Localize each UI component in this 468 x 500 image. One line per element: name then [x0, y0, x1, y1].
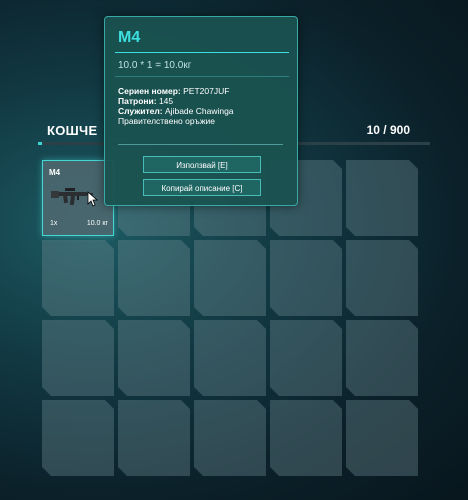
- ammo-row: Патрони: 145: [118, 96, 174, 106]
- inventory-slot-empty[interactable]: [118, 400, 190, 476]
- inventory-slot-empty[interactable]: [118, 240, 190, 316]
- tooltip-divider: [118, 144, 283, 145]
- inventory-slot-empty[interactable]: [346, 320, 418, 396]
- inventory-slot-empty[interactable]: [270, 320, 342, 396]
- use-button[interactable]: Използвай [E]: [143, 156, 261, 173]
- tooltip-title: M4: [118, 29, 141, 46]
- inventory-slot-empty[interactable]: [194, 240, 266, 316]
- inventory-slot-empty[interactable]: [42, 320, 114, 396]
- inventory-slot-empty[interactable]: [346, 400, 418, 476]
- inventory-slot-empty[interactable]: [42, 400, 114, 476]
- inventory-count: 10 / 900: [366, 123, 410, 137]
- tooltip-divider: [115, 52, 289, 53]
- employee-row: Служител: Ajibade Chawinga: [118, 106, 234, 116]
- inventory-slot-empty[interactable]: [194, 400, 266, 476]
- slot-item-name: M4: [49, 168, 61, 177]
- slot-item-qty: 1x: [50, 220, 58, 227]
- serial-row: Сериен номер: PET207JUF: [118, 86, 230, 96]
- item-tooltip: M4 10.0 * 1 = 10.0кг Сериен номер: PET20…: [104, 16, 298, 206]
- inventory-slot-empty[interactable]: [42, 240, 114, 316]
- tooltip-details: Сериен номер: PET207JUF Патрони: 145 Слу…: [118, 86, 234, 126]
- tooltip-weight-formula: 10.0 * 1 = 10.0кг: [118, 60, 192, 71]
- inventory-slot-empty[interactable]: [118, 320, 190, 396]
- slot-item-weight: 10.0 кг: [86, 220, 108, 227]
- inventory-grid: M4 1x 10.0 кг: [42, 160, 418, 476]
- mouse-cursor-icon: [87, 191, 99, 212]
- copy-description-button[interactable]: Копирай описание [C]: [143, 179, 261, 196]
- description-row: Правителствено оръжие: [118, 116, 216, 126]
- inventory-slot-empty[interactable]: [194, 320, 266, 396]
- inventory-title: КОШЧЕ: [47, 123, 98, 138]
- inventory-slot-empty[interactable]: [346, 240, 418, 316]
- tooltip-divider: [115, 76, 289, 77]
- inventory-slot-empty[interactable]: [270, 400, 342, 476]
- inventory-slot-empty[interactable]: [346, 160, 418, 236]
- inventory-capacity-fill: [38, 142, 43, 145]
- inventory-slot-empty[interactable]: [270, 240, 342, 316]
